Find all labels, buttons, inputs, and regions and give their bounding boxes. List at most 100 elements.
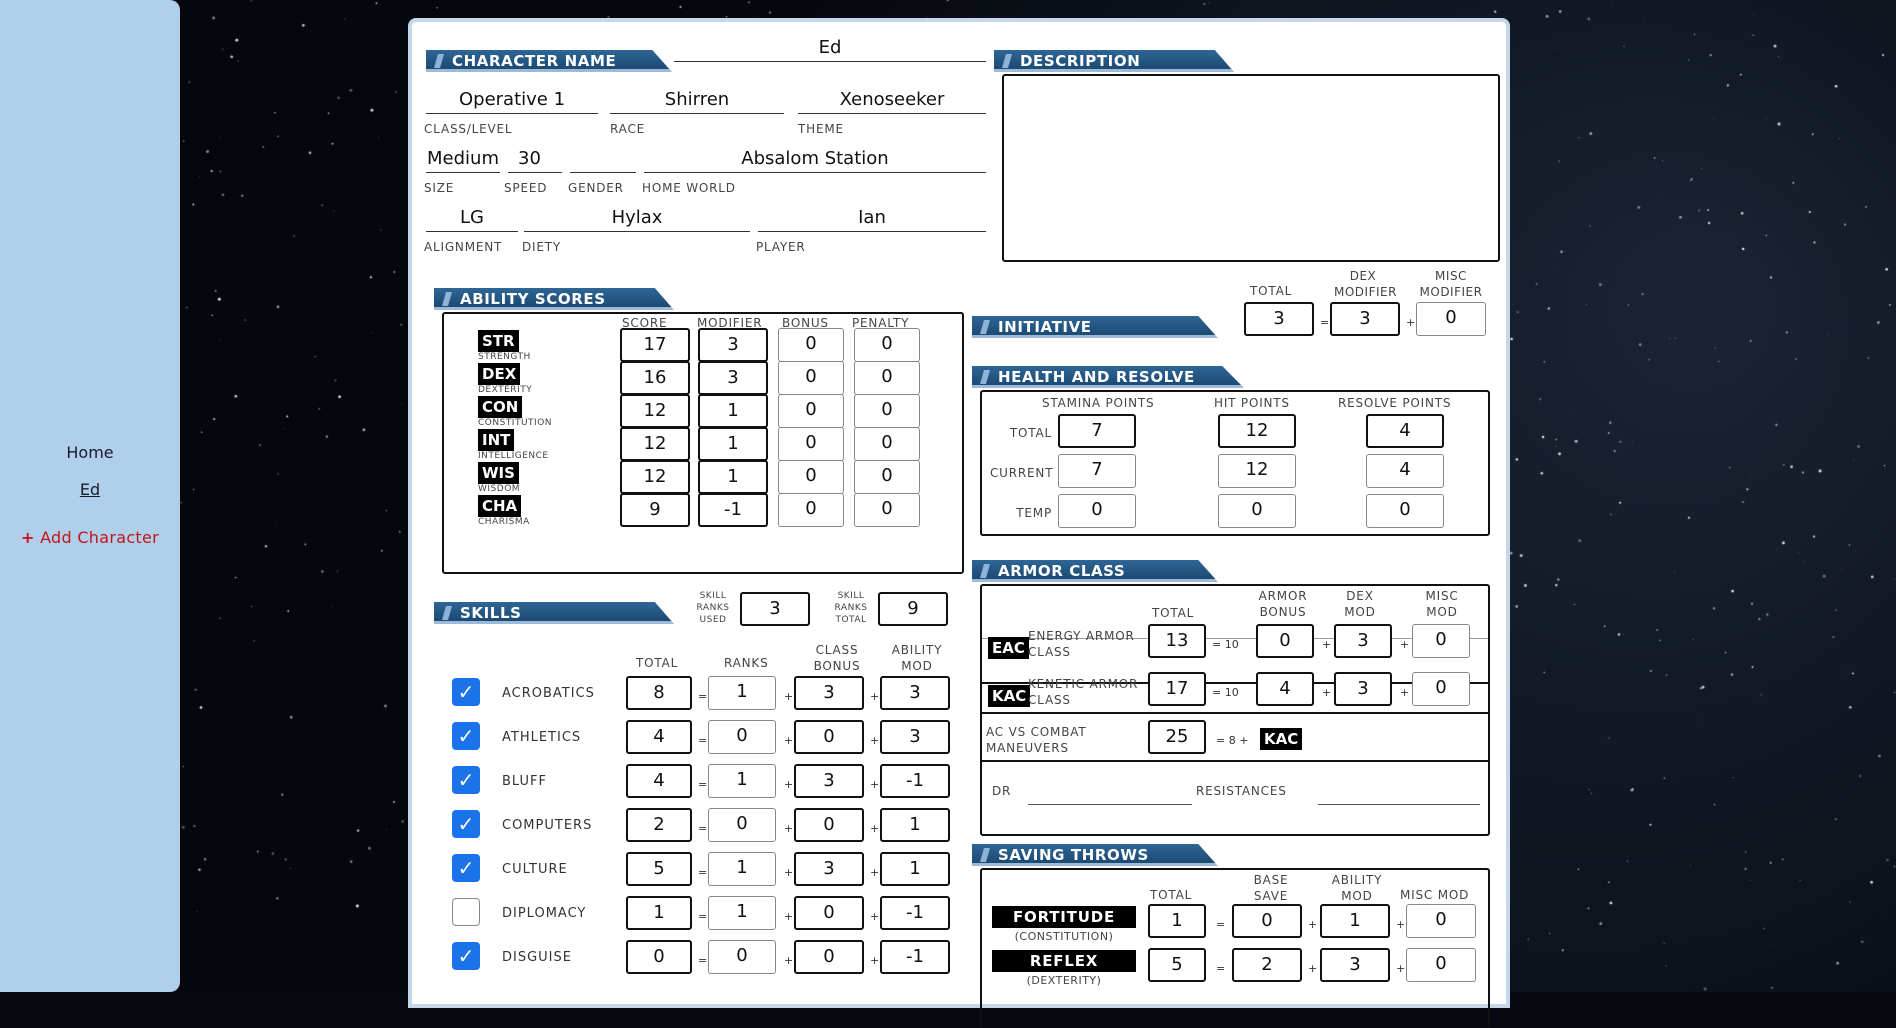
skill-class-culture[interactable]: 3 [794, 852, 864, 886]
skill-class-computers[interactable]: 0 [794, 808, 864, 842]
ability-score-int[interactable]: 12 [620, 427, 690, 461]
eac-misc[interactable]: 0 [1412, 624, 1470, 658]
hit-points-1[interactable]: 12 [1218, 454, 1296, 488]
stamina-points-2[interactable]: 0 [1058, 494, 1136, 528]
skill-ranks-bluff[interactable]: 1 [708, 764, 776, 798]
skill-total-computers[interactable]: 2 [626, 808, 692, 842]
resolve-points-1[interactable]: 4 [1366, 454, 1444, 488]
ability-modifier-wis[interactable]: 1 [698, 460, 768, 494]
ability-score-str[interactable]: 17 [620, 328, 690, 362]
alignment-field[interactable]: LG [426, 204, 518, 232]
eac-dex[interactable]: 3 [1334, 624, 1392, 658]
race-field[interactable]: Shirren [610, 86, 784, 114]
ability-bonus-cha[interactable]: 0 [778, 493, 844, 527]
ability-modifier-int[interactable]: 1 [698, 427, 768, 461]
skill-ranks-acrobatics[interactable]: 1 [708, 676, 776, 710]
skill-total-culture[interactable]: 5 [626, 852, 692, 886]
skill-total-athletics[interactable]: 4 [626, 720, 692, 754]
stamina-points-0[interactable]: 7 [1058, 414, 1136, 448]
skill-ranks-diplomacy[interactable]: 1 [708, 896, 776, 930]
diety-field[interactable]: Hylax [524, 204, 750, 232]
ability-score-dex[interactable]: 16 [620, 361, 690, 395]
ability-bonus-wis[interactable]: 0 [778, 460, 844, 494]
skill-class-diplomacy[interactable]: 0 [794, 896, 864, 930]
skill-ranks-disguise[interactable]: 0 [708, 940, 776, 974]
skill-total-diplomacy[interactable]: 1 [626, 896, 692, 930]
skill-ability-computers[interactable]: 1 [880, 808, 950, 842]
kac-armor[interactable]: 4 [1256, 672, 1314, 706]
skill-class-bluff[interactable]: 3 [794, 764, 864, 798]
ability-penalty-str[interactable]: 0 [854, 328, 920, 362]
hit-points-0[interactable]: 12 [1218, 414, 1296, 448]
ability-modifier-con[interactable]: 1 [698, 394, 768, 428]
class-skill-checkbox-bluff[interactable]: ✓ [452, 766, 480, 794]
ability-bonus-dex[interactable]: 0 [778, 361, 844, 395]
initiative-misc[interactable]: 0 [1416, 302, 1486, 336]
save-base-fortitude[interactable]: 0 [1232, 904, 1302, 938]
save-total-fortitude[interactable]: 1 [1148, 904, 1206, 938]
kac-dex[interactable]: 3 [1334, 672, 1392, 706]
skill-total-bluff[interactable]: 4 [626, 764, 692, 798]
nav-home-link[interactable]: Home [0, 443, 180, 462]
resolve-points-2[interactable]: 0 [1366, 494, 1444, 528]
skill-ranks-used[interactable]: 3 [740, 592, 810, 626]
ability-bonus-str[interactable]: 0 [778, 328, 844, 362]
save-ability-reflex[interactable]: 3 [1320, 948, 1390, 982]
class-skill-checkbox-diplomacy[interactable] [452, 898, 480, 926]
skill-total-disguise[interactable]: 0 [626, 940, 692, 974]
class-skill-checkbox-athletics[interactable]: ✓ [452, 722, 480, 750]
ability-score-cha[interactable]: 9 [620, 493, 690, 527]
dr-field[interactable] [1028, 804, 1192, 805]
eac-armor[interactable]: 0 [1256, 624, 1314, 658]
resistances-field[interactable] [1318, 804, 1480, 805]
ability-penalty-wis[interactable]: 0 [854, 460, 920, 494]
size-field[interactable]: Medium [426, 145, 500, 173]
ability-penalty-dex[interactable]: 0 [854, 361, 920, 395]
resolve-points-0[interactable]: 4 [1366, 414, 1444, 448]
ability-bonus-con[interactable]: 0 [778, 394, 844, 428]
skill-class-disguise[interactable]: 0 [794, 940, 864, 974]
ability-penalty-cha[interactable]: 0 [854, 493, 920, 527]
skill-ranks-computers[interactable]: 0 [708, 808, 776, 842]
skill-ranks-culture[interactable]: 1 [708, 852, 776, 886]
description-textarea[interactable] [1002, 74, 1500, 262]
skill-ability-acrobatics[interactable]: 3 [880, 676, 950, 710]
ability-modifier-cha[interactable]: -1 [698, 493, 768, 527]
skill-class-acrobatics[interactable]: 3 [794, 676, 864, 710]
gender-field[interactable] [570, 145, 636, 173]
stamina-points-1[interactable]: 7 [1058, 454, 1136, 488]
class-skill-checkbox-acrobatics[interactable]: ✓ [452, 678, 480, 706]
ability-score-con[interactable]: 12 [620, 394, 690, 428]
skill-ability-culture[interactable]: 1 [880, 852, 950, 886]
skill-ability-bluff[interactable]: -1 [880, 764, 950, 798]
skill-total-acrobatics[interactable]: 8 [626, 676, 692, 710]
skill-class-athletics[interactable]: 0 [794, 720, 864, 754]
add-character-link[interactable]: + Add Character [0, 528, 180, 547]
ability-modifier-dex[interactable]: 3 [698, 361, 768, 395]
initiative-total[interactable]: 3 [1244, 302, 1314, 336]
player-field[interactable]: Ian [758, 204, 986, 232]
skill-ability-disguise[interactable]: -1 [880, 940, 950, 974]
class-skill-checkbox-culture[interactable]: ✓ [452, 854, 480, 882]
ability-score-wis[interactable]: 12 [620, 460, 690, 494]
home-world-field[interactable]: Absalom Station [644, 145, 986, 173]
kac-total[interactable]: 17 [1148, 672, 1206, 706]
ability-penalty-con[interactable]: 0 [854, 394, 920, 428]
ability-modifier-str[interactable]: 3 [698, 328, 768, 362]
cmd-total[interactable]: 25 [1148, 720, 1206, 754]
save-total-reflex[interactable]: 5 [1148, 948, 1206, 982]
initiative-dex[interactable]: 3 [1330, 302, 1400, 336]
class-level-field[interactable]: Operative 1 [426, 86, 598, 114]
theme-field[interactable]: Xenoseeker [798, 86, 986, 114]
save-misc-fortitude[interactable]: 0 [1406, 904, 1476, 938]
skill-ability-diplomacy[interactable]: -1 [880, 896, 950, 930]
class-skill-checkbox-computers[interactable]: ✓ [452, 810, 480, 838]
nav-character-link[interactable]: Ed [0, 480, 180, 499]
skill-ability-athletics[interactable]: 3 [880, 720, 950, 754]
class-skill-checkbox-disguise[interactable]: ✓ [452, 942, 480, 970]
save-base-reflex[interactable]: 2 [1232, 948, 1302, 982]
skill-ranks-athletics[interactable]: 0 [708, 720, 776, 754]
character-name-field[interactable]: Ed [674, 34, 986, 62]
kac-misc[interactable]: 0 [1412, 672, 1470, 706]
ability-bonus-int[interactable]: 0 [778, 427, 844, 461]
